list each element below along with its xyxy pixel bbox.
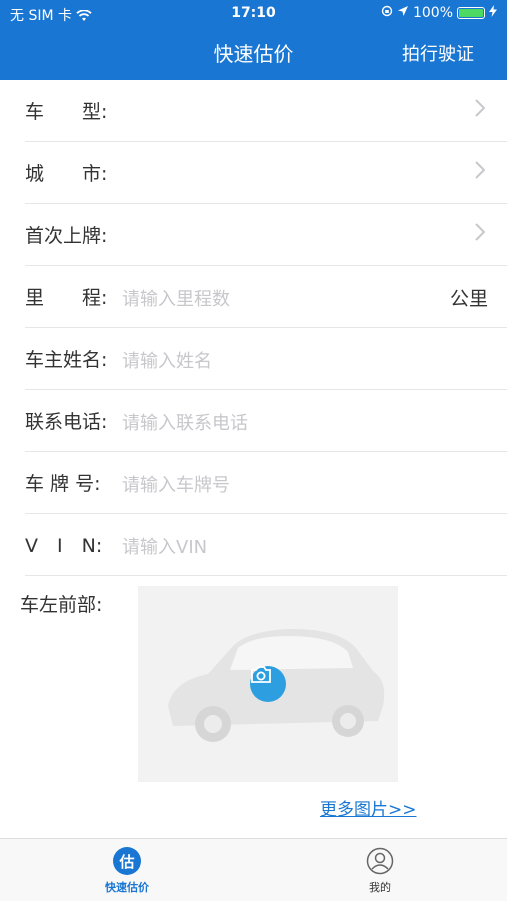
plate-row: 车 牌 号: 请输入车牌号: [25, 452, 507, 514]
tab-profile[interactable]: 我的: [320, 847, 440, 895]
camera-icon[interactable]: [250, 666, 286, 702]
valuation-icon: 估: [113, 847, 141, 875]
battery-percent: 100%: [412, 5, 453, 21]
nav-header: 无 SIM 卡 17:10 100% 快速估价 拍行驶证: [0, 0, 507, 80]
city-label: 城 市:: [25, 163, 108, 185]
phone-label: 联系电话:: [25, 411, 108, 433]
first-registration-label: 首次上牌:: [25, 225, 108, 247]
car-model-row[interactable]: 车 型:: [25, 80, 507, 142]
status-bar: 无 SIM 卡 17:10 100%: [0, 0, 507, 28]
mileage-row: 里 程: 请输入里程数 公里: [25, 266, 507, 328]
owner-name-label: 车主姓名:: [25, 349, 108, 371]
orientation-lock-icon: [381, 5, 393, 21]
more-photos-link[interactable]: 更多图片>>: [320, 795, 417, 820]
car-model-label: 车 型:: [25, 101, 108, 123]
city-row[interactable]: 城 市:: [25, 142, 507, 204]
first-registration-row[interactable]: 首次上牌:: [25, 204, 507, 266]
plate-label: 车 牌 号:: [25, 473, 101, 495]
profile-icon: [366, 847, 394, 875]
charging-icon: [489, 5, 497, 21]
owner-name-input[interactable]: 请输入姓名: [122, 347, 212, 373]
photo-front-left-upload[interactable]: [138, 586, 398, 782]
scan-license-button[interactable]: 拍行驶证: [402, 40, 474, 66]
phone-row: 联系电话: 请输入联系电话: [25, 390, 507, 452]
chevron-right-icon: [475, 160, 486, 184]
status-right: 100%: [381, 5, 497, 21]
battery-icon: [457, 7, 485, 19]
valuation-form: 车 型: 城 市: 首次上牌: 里 程: 请输入里程数 公里 车主姓名: 请输入…: [0, 80, 507, 576]
plate-input[interactable]: 请输入车牌号: [122, 471, 230, 497]
owner-name-row: 车主姓名: 请输入姓名: [25, 328, 507, 390]
chevron-right-icon: [475, 98, 486, 122]
vin-input[interactable]: 请输入VIN: [122, 533, 207, 559]
mileage-input[interactable]: 请输入里程数: [122, 285, 230, 311]
tab-label: 快速估价: [105, 881, 149, 894]
tab-bar: 估 快速估价 我的: [0, 838, 507, 901]
chevron-right-icon: [475, 222, 486, 246]
phone-input[interactable]: 请输入联系电话: [122, 409, 248, 435]
mileage-label: 里 程:: [25, 287, 108, 309]
location-icon: [397, 5, 409, 21]
vin-label: V I N:: [25, 535, 103, 557]
photo-front-left-label: 车左前部:: [20, 594, 103, 616]
tab-quick-valuation[interactable]: 估 快速估价: [67, 847, 187, 895]
mileage-unit: 公里: [449, 288, 488, 310]
tab-label: 我的: [369, 881, 391, 894]
vin-row: V I N: 请输入VIN: [25, 514, 507, 576]
